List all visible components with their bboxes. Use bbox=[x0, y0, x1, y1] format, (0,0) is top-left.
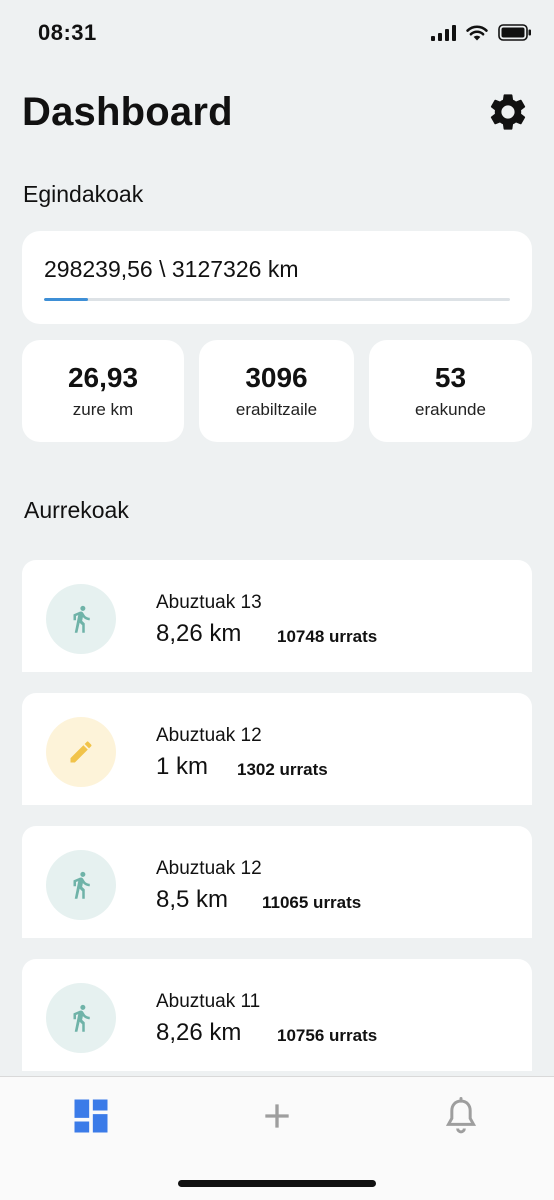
walking-person-icon bbox=[46, 584, 116, 654]
history-steps: 1302 urrats bbox=[237, 760, 328, 779]
status-icons bbox=[431, 24, 532, 41]
stat-card-organizations: 53 erakunde bbox=[369, 340, 532, 442]
history-steps: 10756 urrats bbox=[277, 1026, 378, 1045]
dashboard-icon bbox=[74, 1099, 108, 1133]
history-date: Abuztuak 12 bbox=[156, 725, 262, 746]
stat-card-users: 3096 erabiltzaile bbox=[199, 340, 354, 442]
bell-icon bbox=[445, 1097, 477, 1134]
stat-card-your-km: 26,93 zure km bbox=[22, 340, 184, 442]
history-km: 8,5 km bbox=[156, 886, 229, 913]
progress-bar-fill bbox=[44, 298, 89, 301]
page-title: Dashboard bbox=[22, 90, 233, 134]
history-item[interactable]: Abuztuak 12 8,5 km 11065 urrats bbox=[22, 826, 532, 938]
history-steps: 11065 urrats bbox=[262, 893, 362, 912]
stat-value: 3096 bbox=[245, 362, 308, 393]
done-section-title: Egindakoak bbox=[23, 181, 144, 207]
walking-person-icon bbox=[46, 983, 116, 1053]
history-date: Abuztuak 11 bbox=[156, 991, 261, 1012]
stat-value: 53 bbox=[434, 362, 467, 393]
status-bar: 08:31 bbox=[0, 0, 554, 68]
plus-icon bbox=[265, 1104, 289, 1128]
history-date: Abuztuak 12 bbox=[156, 858, 262, 879]
total-progress-card: 298239,56 \ 3127326 km bbox=[22, 231, 532, 324]
nav-notifications[interactable] bbox=[431, 1091, 491, 1141]
stat-value: 26,93 bbox=[67, 362, 139, 393]
history-item[interactable]: Abuztuak 11 8,26 km 10756 urrats bbox=[22, 959, 532, 1071]
wifi-icon bbox=[466, 25, 488, 40]
history-item[interactable]: Abuztuak 12 1 km 1302 urrats bbox=[22, 693, 532, 805]
history-km: 1 km bbox=[156, 753, 209, 780]
status-time: 08:31 bbox=[38, 20, 97, 45]
signal-icon bbox=[431, 24, 456, 41]
pencil-icon bbox=[46, 717, 116, 787]
history-km: 8,26 km bbox=[156, 620, 242, 647]
nav-add[interactable] bbox=[247, 1091, 307, 1141]
stats-row: 26,93 zure km 3096 erabiltzaile 53 eraku… bbox=[22, 340, 532, 442]
walking-person-icon bbox=[46, 850, 116, 920]
stat-label: erabiltzaile bbox=[235, 400, 318, 419]
gear-icon bbox=[490, 94, 526, 130]
history-item[interactable]: Abuztuak 13 8,26 km 10748 urrats bbox=[22, 560, 532, 672]
nav-dashboard[interactable] bbox=[61, 1091, 121, 1141]
history-steps: 10748 urrats bbox=[277, 627, 378, 646]
progress-bar bbox=[44, 298, 510, 301]
settings-button[interactable] bbox=[484, 88, 532, 136]
history-km: 8,26 km bbox=[156, 1019, 242, 1046]
progress-text: 298239,56 \ 3127326 km bbox=[44, 256, 299, 282]
history-date: Abuztuak 13 bbox=[156, 592, 262, 613]
battery-icon bbox=[498, 24, 531, 41]
header: Dashboard bbox=[22, 86, 532, 146]
stat-label: erakunde bbox=[415, 400, 486, 419]
previous-section-title: Aurrekoak bbox=[24, 497, 129, 523]
home-indicator bbox=[178, 1180, 376, 1187]
stat-label: zure km bbox=[72, 400, 134, 419]
